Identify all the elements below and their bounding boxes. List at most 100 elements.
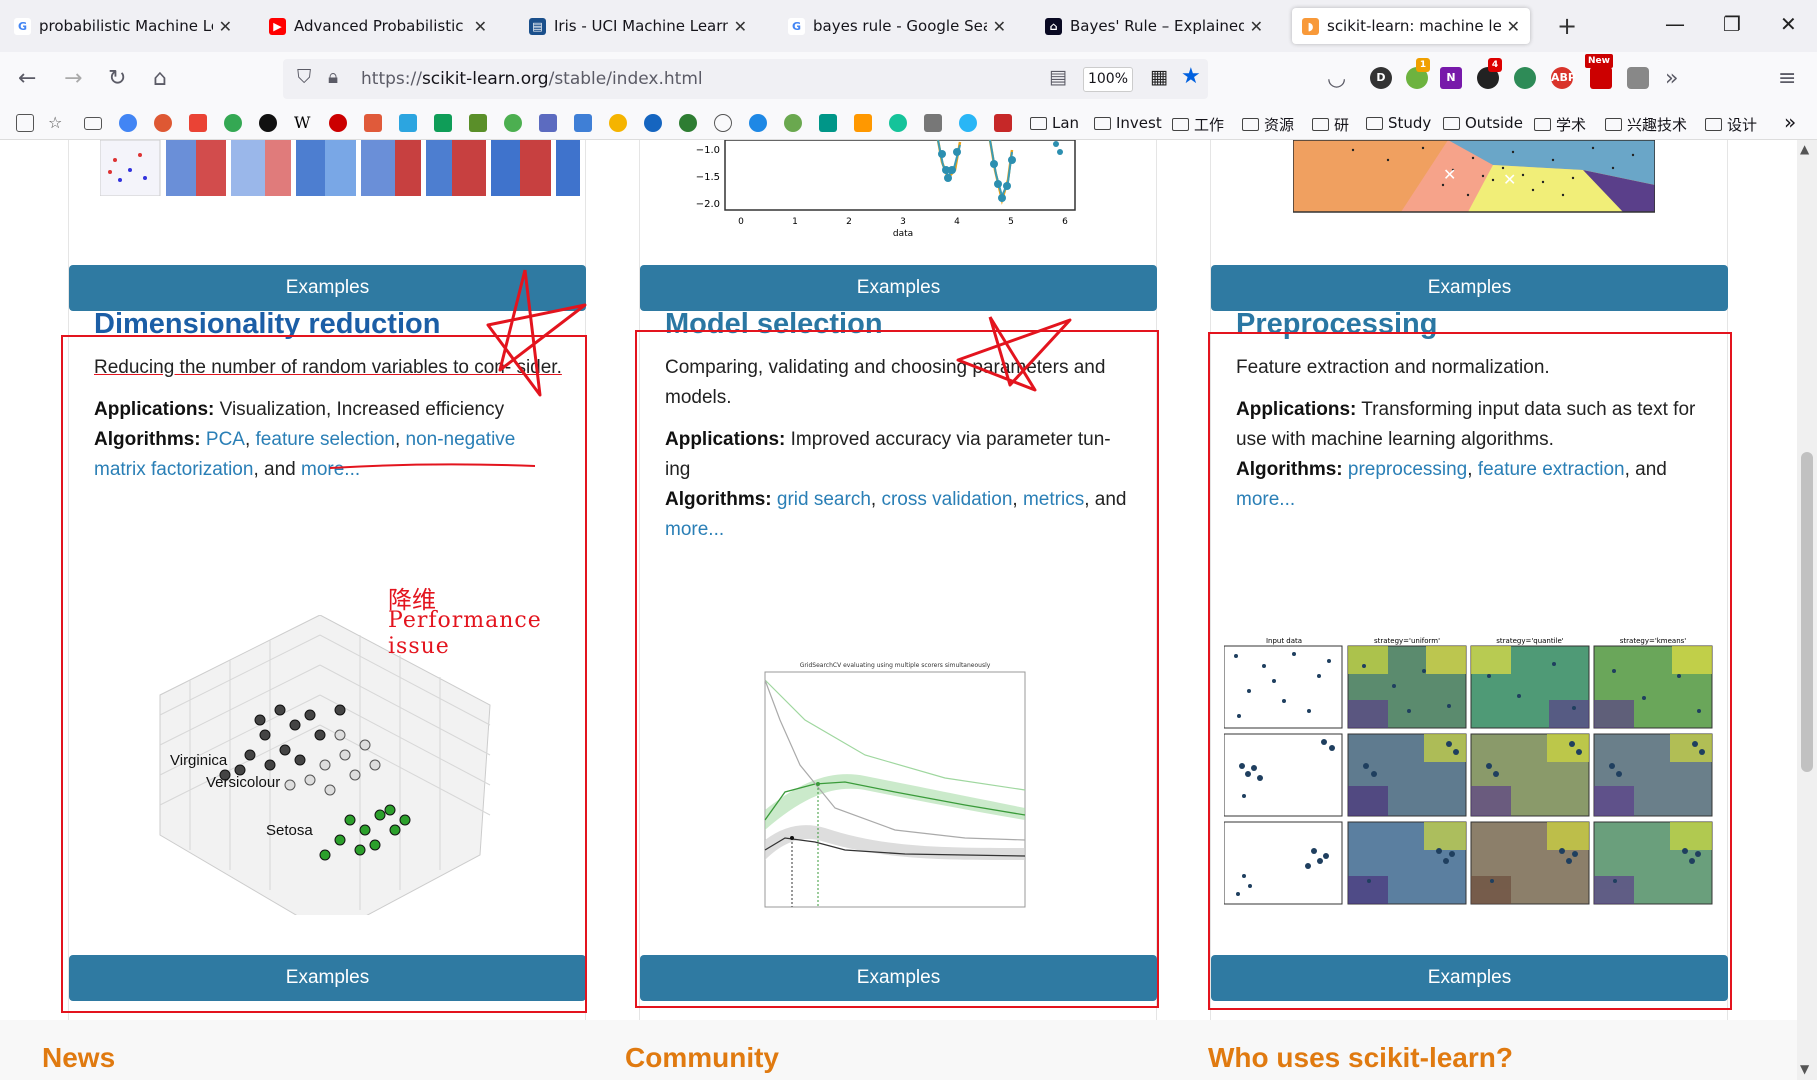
quora-icon[interactable]	[329, 114, 347, 132]
bookmark-icon[interactable]	[959, 114, 977, 132]
new-tab-icon[interactable]: +	[1557, 12, 1577, 40]
reader-view-icon[interactable]: ▤	[1049, 66, 1067, 88]
shield-icon[interactable]: ⛉	[297, 66, 311, 88]
tab-title: Bayes' Rule – Explained For	[1070, 17, 1244, 35]
maps-icon[interactable]	[504, 114, 522, 132]
tab-5[interactable]: ⌂ Bayes' Rule – Explained For ✕	[1035, 8, 1273, 44]
reload-icon[interactable]: ↻	[108, 66, 126, 91]
bookmark-folder-design[interactable]: 设计	[1705, 114, 1757, 135]
tab-1[interactable]: G probabilistic Machine Learni ✕	[4, 8, 242, 44]
drive-icon[interactable]	[434, 114, 452, 132]
globe-extension-icon[interactable]	[1514, 67, 1536, 89]
annotation-text-performance: Performance	[388, 608, 542, 633]
restore-icon[interactable]: ❐	[1723, 12, 1741, 36]
d-extension-icon[interactable]: D	[1370, 67, 1392, 89]
bookmark-icon[interactable]	[854, 114, 872, 132]
bookmark-icon[interactable]	[364, 114, 382, 132]
tab-3[interactable]: ▤ Iris - UCI Machine Learning ✕	[519, 8, 757, 44]
adblock-icon[interactable]: ABP	[1551, 67, 1576, 89]
bookmark-icon[interactable]	[994, 114, 1012, 132]
duckduckgo-icon[interactable]	[154, 114, 172, 132]
bookmark-icon[interactable]	[784, 114, 802, 132]
zoom-level[interactable]: 100%	[1083, 67, 1133, 92]
home-icon[interactable]: ⌂	[153, 66, 167, 91]
x-tick: 3	[900, 217, 906, 227]
sklearn-icon: ◗	[1302, 17, 1319, 35]
folder-icon	[1705, 118, 1722, 131]
folder-icon	[1172, 118, 1189, 131]
bookmark-icon[interactable]	[749, 114, 767, 132]
annotation-star-drawing	[956, 316, 1072, 392]
bookmark-folder-tech[interactable]: 兴趣技术	[1605, 114, 1687, 135]
close-tab-icon[interactable]: ✕	[1250, 17, 1263, 36]
bookmark-folder-work[interactable]: 工作	[1172, 114, 1224, 135]
gmail-icon[interactable]	[189, 114, 207, 132]
bookmark-folder-invest[interactable]: Invest	[1094, 114, 1162, 132]
x-tick: 4	[954, 217, 960, 227]
close-tab-icon[interactable]: ✕	[474, 17, 487, 36]
scroll-up-icon[interactable]: ▲	[1800, 142, 1809, 156]
wikipedia-icon[interactable]: W	[294, 114, 312, 132]
heading-news: News	[42, 1042, 116, 1073]
examples-button-regression[interactable]: Examples	[640, 265, 1157, 311]
close-tab-icon[interactable]: ✕	[734, 17, 747, 36]
bookmark-icon[interactable]	[469, 114, 487, 132]
folder-label: Lan	[1052, 114, 1080, 132]
star-icon[interactable]: ☆	[48, 114, 66, 132]
svg-text:✕: ✕	[1503, 170, 1516, 189]
page-scrollbar[interactable]: ▲ ▼	[1797, 140, 1817, 1080]
grammarly-icon[interactable]	[889, 114, 907, 132]
overflow-icon[interactable]: »	[1665, 66, 1678, 91]
shield-extension-icon[interactable]	[1627, 67, 1649, 89]
back-icon[interactable]: ←	[18, 66, 36, 91]
tab-6-active[interactable]: ◗ scikit-learn: machine learnin ✕	[1292, 8, 1530, 44]
forward-icon[interactable]: →	[64, 66, 82, 91]
folder-icon	[1534, 118, 1551, 131]
bookmark-folder-resources[interactable]: 资源	[1242, 114, 1294, 135]
c-icon[interactable]	[644, 114, 662, 132]
bookmark-star-icon[interactable]: ★	[1181, 64, 1201, 89]
scrollbar-thumb[interactable]	[1801, 452, 1813, 772]
tab-title: scikit-learn: machine learnin	[1327, 17, 1501, 35]
bookmark-icon[interactable]	[539, 114, 557, 132]
bookmark-folder-research[interactable]: 研	[1312, 114, 1349, 135]
examples-button-clustering[interactable]: Examples	[1211, 265, 1728, 311]
heading-community: Community	[625, 1042, 779, 1073]
bookmark-folder-outside[interactable]: Outside	[1443, 114, 1523, 132]
nav-bar: ← → ↻ ⌂ ⛉ 🔒︎ https://scikit-learn.org/st…	[0, 52, 1817, 108]
github-icon[interactable]	[259, 114, 277, 132]
bookmark-folder-academic[interactable]: 学术	[1534, 114, 1586, 135]
news-extension-icon[interactable]	[1590, 67, 1612, 89]
globe-icon[interactable]	[714, 114, 732, 132]
menu-icon[interactable]: ≡	[1778, 66, 1796, 91]
tab-4[interactable]: G bayes rule - Google Search ✕	[778, 8, 1016, 44]
regression-thumbnail: −1.0 −1.5 −2.0 0 1 2 3 4 5 6 data	[696, 140, 1076, 239]
aim-icon[interactable]	[574, 114, 592, 132]
bookmark-icon[interactable]	[924, 114, 942, 132]
qr-icon[interactable]: ▦	[1150, 66, 1168, 88]
telegram-icon[interactable]	[399, 114, 417, 132]
onenote-icon[interactable]: N	[1440, 67, 1462, 89]
bookmark-folder-study[interactable]: Study	[1366, 114, 1431, 132]
bookmark-icon[interactable]	[609, 114, 627, 132]
pocket-icon[interactable]: ◡	[1327, 66, 1346, 91]
folder-label: 设计	[1727, 116, 1758, 134]
lock-icon[interactable]: 🔒︎	[328, 66, 338, 88]
close-tab-icon[interactable]: ✕	[1507, 17, 1520, 36]
bookmark-icon[interactable]	[819, 114, 837, 132]
url-text[interactable]: https://scikit-learn.org/stable/index.ht…	[361, 69, 703, 89]
close-tab-icon[interactable]: ✕	[219, 17, 232, 36]
chrome-icon[interactable]	[224, 114, 242, 132]
tab-2[interactable]: ▶ Advanced Probabilistic Mac ✕	[259, 8, 497, 44]
url-bar[interactable]: ⛉ 🔒︎ https://scikit-learn.org/stable/ind…	[283, 59, 1208, 99]
bookmark-icon[interactable]	[679, 114, 697, 132]
minimize-icon[interactable]: —	[1665, 12, 1685, 36]
window-icon[interactable]	[84, 117, 102, 130]
bookmark-icon[interactable]	[16, 114, 34, 132]
bookmark-folder-lan[interactable]: Lan	[1030, 114, 1079, 132]
close-tab-icon[interactable]: ✕	[993, 17, 1006, 36]
bookmarks-overflow-icon[interactable]: »	[1784, 110, 1796, 134]
close-window-icon[interactable]: ✕	[1780, 12, 1797, 36]
google-icon[interactable]	[119, 114, 137, 132]
scroll-down-icon[interactable]: ▼	[1800, 1062, 1809, 1076]
